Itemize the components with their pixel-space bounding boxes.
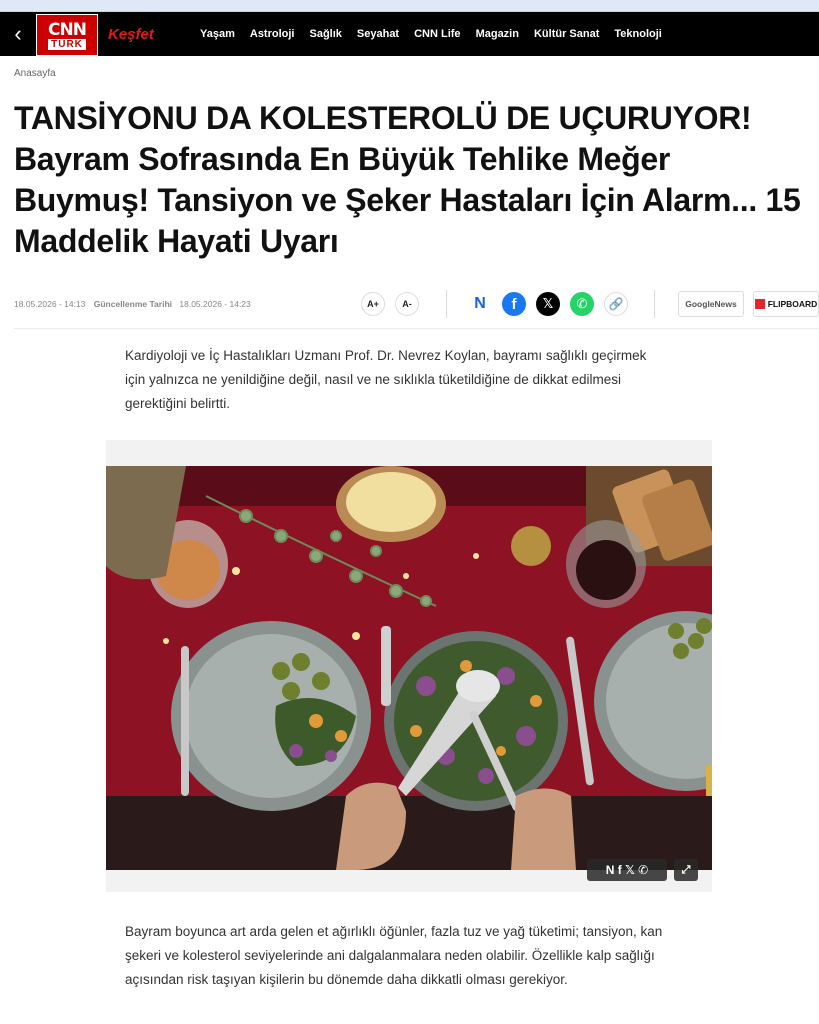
nav-item-kultur-sanat[interactable]: Kültür Sanat bbox=[534, 28, 599, 40]
nav-item-astroloji[interactable]: Astroloji bbox=[250, 28, 295, 40]
kesfet-link[interactable]: Keşfet bbox=[108, 26, 178, 43]
article-photo[interactable] bbox=[106, 466, 712, 870]
n-share-icon[interactable]: N bbox=[468, 292, 492, 316]
nav-item-magazin[interactable]: Magazin bbox=[476, 28, 519, 40]
divider bbox=[654, 290, 655, 318]
flipboard-icon bbox=[754, 299, 765, 309]
facebook-icon[interactable]: f bbox=[502, 292, 526, 316]
divider bbox=[446, 290, 447, 318]
x-icon[interactable]: 𝕏 bbox=[536, 292, 560, 316]
published-date: 18.05.2026 - 14:13 bbox=[14, 299, 86, 309]
photo-share-icons[interactable]: N f 𝕏 ✆ bbox=[606, 863, 648, 877]
article-title: TANSİYONU DA KOLESTEROLÜ DE UÇURUYOR! Ba… bbox=[14, 100, 801, 259]
expand-icon[interactable]: ⤢ bbox=[674, 859, 698, 881]
article-paragraph-2: Bayram boyunca art arda gelen et ağırlık… bbox=[125, 924, 663, 987]
nav-item-teknoloji[interactable]: Teknoloji bbox=[614, 28, 661, 40]
font-size-controls: A+ A- bbox=[361, 292, 419, 316]
updated-date: 18.05.2026 - 14:23 bbox=[179, 299, 251, 309]
article-dates: 18.05.2026 - 14:13 Güncellenme Tarihi 18… bbox=[14, 299, 251, 309]
nav-item-saglik[interactable]: Sağlık bbox=[310, 28, 342, 40]
nav-item-yasam[interactable]: Yaşam bbox=[200, 28, 235, 40]
copy-link-icon[interactable]: 🔗 bbox=[604, 292, 628, 316]
top-navbar: ‹ CNN TÜRK Keşfet Yaşam Astroloji Sağlık… bbox=[0, 12, 819, 56]
separator bbox=[14, 328, 819, 329]
font-increase-button[interactable]: A+ bbox=[361, 292, 385, 316]
logo-turk-text: TÜRK bbox=[48, 38, 86, 50]
flipboard-button[interactable]: FLIPBOARD bbox=[753, 291, 819, 317]
nav-item-cnn-life[interactable]: CNN Life bbox=[414, 28, 460, 40]
photo-share-overlay[interactable]: N f 𝕏 ✆ bbox=[587, 859, 667, 881]
article-paragraph-1: Kardiyoloji ve İç Hastalıkları Uzmanı Pr… bbox=[125, 348, 647, 411]
font-decrease-button[interactable]: A- bbox=[395, 292, 419, 316]
share-buttons: N f 𝕏 ✆ 🔗 bbox=[468, 292, 628, 316]
nav-links: Yaşam Astroloji Sağlık Seyahat CNN Life … bbox=[200, 28, 677, 40]
whatsapp-icon[interactable]: ✆ bbox=[570, 292, 594, 316]
google-news-button[interactable]: GoogleNews bbox=[678, 291, 744, 317]
nav-item-seyahat[interactable]: Seyahat bbox=[357, 28, 399, 40]
google-news-label: GoogleNews bbox=[685, 299, 737, 309]
article-meta-bar: 18.05.2026 - 14:13 Güncellenme Tarihi 18… bbox=[14, 288, 819, 320]
flipboard-label: FLIPBOARD bbox=[767, 299, 818, 309]
back-arrow-icon[interactable]: ‹ bbox=[0, 12, 36, 56]
logo-cnn-text: CNN bbox=[48, 19, 87, 40]
breadcrumb[interactable]: Anasayfa bbox=[14, 68, 56, 79]
browser-top-strip bbox=[0, 0, 819, 12]
cnn-turk-logo[interactable]: CNN TÜRK bbox=[36, 14, 98, 56]
updated-label: Güncellenme Tarihi bbox=[93, 299, 173, 309]
